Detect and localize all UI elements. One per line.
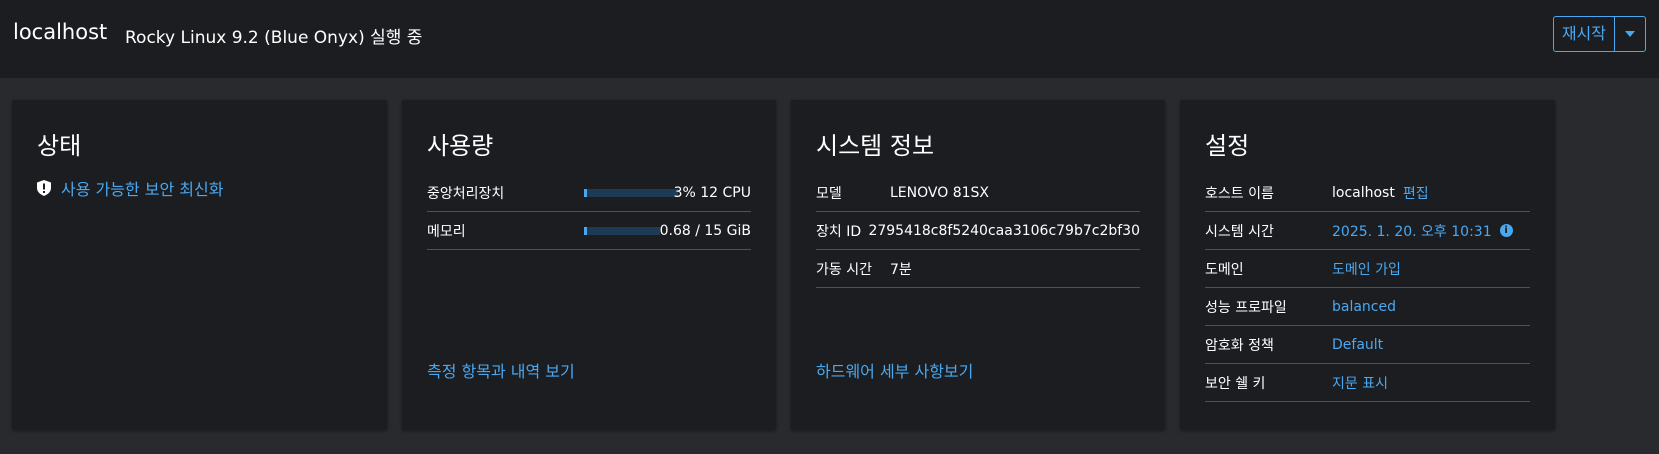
configuration-card: 설정 호스트 이름 localhost 편집 시스템 시간 2025. 1. 2… xyxy=(1180,100,1555,430)
system-info-list: 모델 LENOVO 81SX 장치 ID 2795418c8f5240caa31… xyxy=(816,174,1140,288)
host-title: localhost xyxy=(13,20,108,44)
row-label: 보안 쉘 키 xyxy=(1205,375,1266,392)
restart-split-button: 재시작 xyxy=(1552,16,1646,52)
usage-row-memory: 메모리 0.68 / 15 GiB xyxy=(427,212,751,250)
restart-button[interactable]: 재시작 xyxy=(1554,17,1615,51)
restart-options-toggle[interactable] xyxy=(1615,17,1645,51)
cpu-label: 중앙처리장치 xyxy=(427,185,505,202)
system-time-link[interactable]: 2025. 1. 20. 오후 10:31 xyxy=(1332,221,1492,241)
shield-warning-icon xyxy=(37,180,51,196)
row-label: 시스템 시간 xyxy=(1205,223,1274,240)
os-status-text: Rocky Linux 9.2 (Blue Onyx) 실행 중 xyxy=(125,28,423,48)
show-fingerprints-link[interactable]: 지문 표시 xyxy=(1332,373,1388,393)
usage-card: 사용량 중앙처리장치 3% 12 CPU 메모리 0.68 / 15 GiB 측… xyxy=(402,100,776,430)
memory-label: 메모리 xyxy=(427,223,466,240)
info-icon[interactable]: i xyxy=(1499,224,1513,237)
row-label: 성능 프로파일 xyxy=(1205,299,1287,316)
config-row-hostname: 호스트 이름 localhost 편집 xyxy=(1205,174,1530,212)
row-label: 장치 ID xyxy=(816,223,862,240)
config-row-crypto-policy: 암호화 정책 Default xyxy=(1205,326,1530,364)
cpu-value: 3% 12 CPU xyxy=(673,184,751,201)
hardware-details-link[interactable]: 하드웨어 세부 사항보기 xyxy=(816,358,973,382)
cpu-usage-bar xyxy=(584,188,678,197)
row-value: 2795418c8f5240caa3106c79b7c2bf30 xyxy=(868,222,1140,239)
card-title: 시스템 정보 xyxy=(816,132,935,160)
join-domain-link[interactable]: 도메인 가입 xyxy=(1332,259,1401,279)
page-header: localhost Rocky Linux 9.2 (Blue Onyx) 실행… xyxy=(0,0,1659,78)
security-updates-label: 사용 가능한 보안 최신화 xyxy=(61,180,224,199)
system-info-card: 시스템 정보 모델 LENOVO 81SX 장치 ID 2795418c8f52… xyxy=(791,100,1165,430)
row-label: 암호화 정책 xyxy=(1205,337,1274,354)
card-title: 설정 xyxy=(1205,132,1250,160)
row-label: 호스트 이름 xyxy=(1205,185,1274,202)
cpu-usage-fill xyxy=(584,188,587,197)
card-title: 상태 xyxy=(37,132,82,160)
system-row-uptime: 가동 시간 7분 xyxy=(816,250,1140,288)
config-row-system-time: 시스템 시간 2025. 1. 20. 오후 10:31 i xyxy=(1205,212,1530,250)
card-title: 사용량 xyxy=(427,132,494,160)
crypto-policy-link[interactable]: Default xyxy=(1332,337,1383,353)
row-value: LENOVO 81SX xyxy=(890,184,989,201)
metrics-history-link[interactable]: 측정 항목과 내역 보기 xyxy=(427,358,575,382)
config-row-domain: 도메인 도메인 가입 xyxy=(1205,250,1530,288)
edit-hostname-link[interactable]: 편집 xyxy=(1403,183,1429,203)
memory-usage-fill xyxy=(584,226,588,235)
usage-list: 중앙처리장치 3% 12 CPU 메모리 0.68 / 15 GiB xyxy=(427,174,751,250)
status-card: 상태 사용 가능한 보안 최신화 xyxy=(12,100,387,430)
row-label: 가동 시간 xyxy=(816,261,872,278)
row-label: 모델 xyxy=(816,185,842,202)
config-row-ssh-keys: 보안 쉘 키 지문 표시 xyxy=(1205,364,1530,402)
system-row-model: 모델 LENOVO 81SX xyxy=(816,174,1140,212)
hostname-value: localhost xyxy=(1332,184,1395,201)
system-row-machine-id: 장치 ID 2795418c8f5240caa3106c79b7c2bf30 xyxy=(816,212,1140,250)
row-label: 도메인 xyxy=(1205,261,1244,278)
row-value: 7분 xyxy=(890,261,912,278)
usage-row-cpu: 중앙처리장치 3% 12 CPU xyxy=(427,174,751,212)
configuration-list: 호스트 이름 localhost 편집 시스템 시간 2025. 1. 20. … xyxy=(1205,174,1530,402)
config-row-performance-profile: 성능 프로파일 balanced xyxy=(1205,288,1530,326)
security-updates-link[interactable]: 사용 가능한 보안 최신화 xyxy=(37,176,223,200)
memory-value: 0.68 / 15 GiB xyxy=(659,222,751,239)
performance-profile-link[interactable]: balanced xyxy=(1332,299,1396,315)
memory-usage-bar xyxy=(584,226,660,235)
